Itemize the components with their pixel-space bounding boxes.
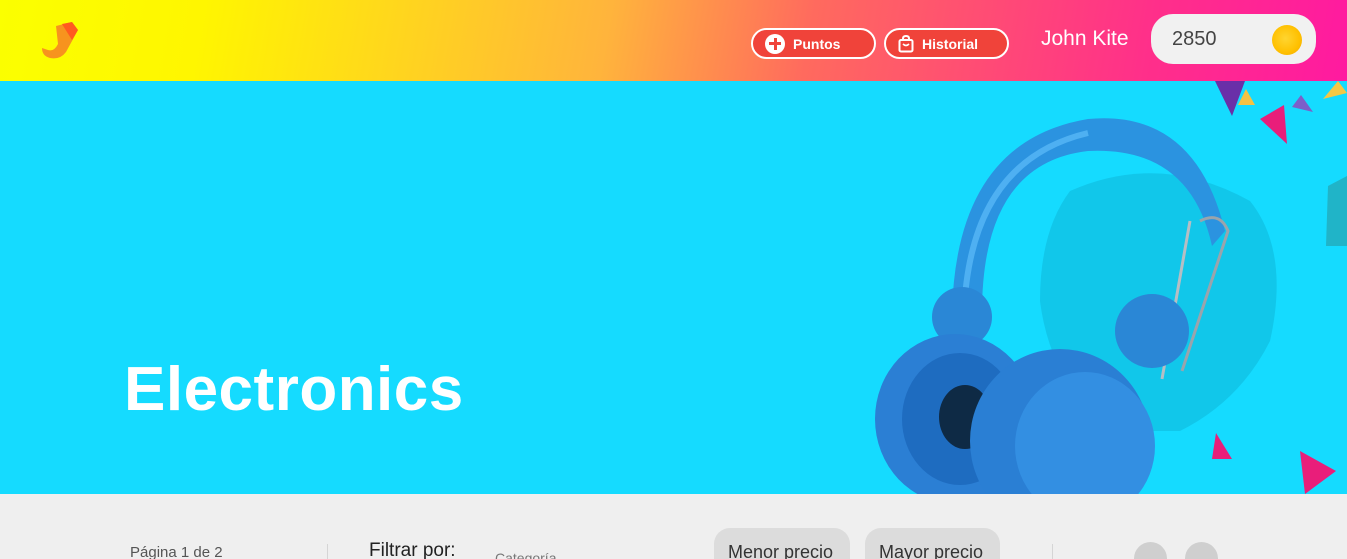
- filter-bar: Página 1 de 2 Filtrar por: Categoría Men…: [0, 494, 1347, 559]
- puntos-label: Puntos: [793, 35, 841, 52]
- historial-label: Historial: [922, 35, 979, 52]
- points-value: 2850: [1172, 27, 1217, 50]
- category-select[interactable]: Categoría: [495, 550, 556, 559]
- plus-circle-icon: [765, 33, 785, 54]
- top-header: Puntos Historial John Kite 2850: [0, 0, 1347, 81]
- logo-icon[interactable]: [38, 20, 82, 60]
- user-name[interactable]: John Kite: [1041, 27, 1129, 51]
- divider: [327, 544, 328, 559]
- chevron-right-icon[interactable]: [1185, 542, 1218, 559]
- coin-icon: [1272, 25, 1302, 55]
- divider: [1052, 544, 1053, 559]
- headphones-image: [875, 81, 1347, 494]
- category-banner: Electronics: [0, 81, 1347, 494]
- chevron-left-icon[interactable]: [1134, 542, 1167, 559]
- sort-low-price-button[interactable]: Menor precio: [714, 528, 850, 559]
- category-title: Electronics: [124, 355, 464, 424]
- page-indicator: Página 1 de 2: [130, 544, 223, 559]
- historial-button[interactable]: Historial: [884, 28, 1009, 59]
- points-balance: 2850: [1151, 14, 1316, 64]
- filter-label: Filtrar por:: [369, 540, 456, 559]
- sort-high-price-button[interactable]: Mayor precio: [865, 528, 1000, 559]
- puntos-button[interactable]: Puntos: [751, 28, 876, 59]
- shopping-bag-icon: [898, 34, 914, 52]
